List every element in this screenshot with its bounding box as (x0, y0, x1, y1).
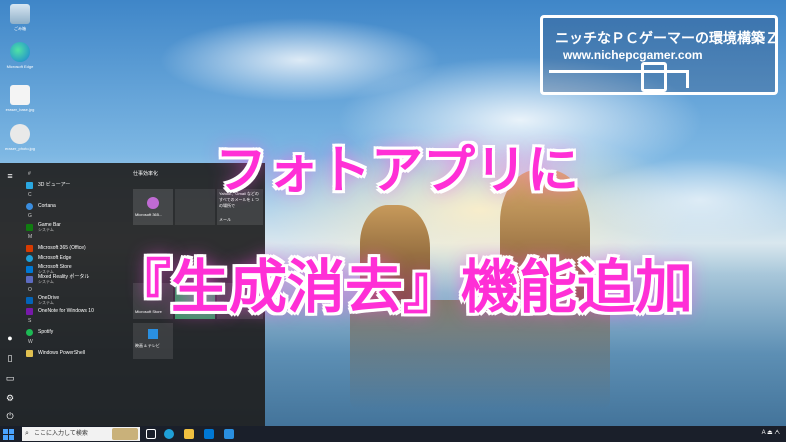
taskbar: ⌕ ここに入力して検索 A ⏏ ᗅ (0, 426, 786, 442)
app-item[interactable]: Windows PowerShell (22, 348, 127, 359)
xbox-icon (26, 223, 33, 231)
user-icon[interactable]: ● (5, 333, 15, 343)
search-icon: ⌕ (25, 430, 29, 437)
store-icon[interactable] (204, 429, 214, 439)
file-icon (10, 85, 30, 105)
pictures-icon[interactable]: ▭ (5, 373, 15, 383)
task-view-icon[interactable] (146, 429, 156, 439)
power-icon[interactable]: ⏻ (5, 411, 15, 421)
app-item[interactable]: Game Bar システム (22, 222, 127, 233)
search-highlight-image (112, 428, 138, 440)
mail-icon[interactable] (224, 429, 234, 439)
logo-title: ニッチなＰＣゲーマーの環境構築Ｚ (555, 30, 779, 46)
desktop-icon-file-a[interactable]: eraser_base.jpg (2, 85, 38, 112)
system-tray[interactable]: A ⏏ ᗅ (762, 429, 780, 437)
edge-icon (10, 42, 30, 62)
spotify-icon (26, 328, 33, 336)
app-item[interactable]: Spotify (22, 327, 127, 338)
document-icon[interactable]: ▯ (5, 353, 15, 363)
edge-icon[interactable] (164, 429, 174, 439)
settings-icon[interactable]: ⚙ (5, 393, 15, 403)
recycle-bin-icon (10, 4, 30, 24)
file-explorer-icon[interactable] (184, 429, 194, 439)
taskbar-search-box[interactable]: ⌕ ここに入力して検索 (22, 427, 140, 441)
overlay-title-line2: 『生成消去』機能追加 (112, 255, 693, 320)
windows-start-button[interactable] (3, 429, 14, 440)
overlay-title-line1: フォトアプリに (214, 142, 579, 200)
desktop-icon-edge[interactable]: Microsoft Edge (2, 42, 38, 69)
desktop-icon-label: ごみ箱 (14, 26, 26, 31)
logo-decoration (549, 70, 689, 88)
handheld-icon (641, 62, 667, 92)
tile-movies[interactable]: 映画 & テレビ (133, 323, 173, 359)
site-logo: ニッチなＰＣゲーマーの環境構築Ｚ www.nichepcgamer.com (540, 15, 779, 95)
app-group-header[interactable]: W (22, 337, 127, 348)
desktop-icon-recycle-bin[interactable]: ごみ箱 (2, 4, 38, 31)
cortana-icon (26, 202, 33, 210)
desktop-icon-label: eraser_base.jpg (5, 107, 35, 112)
logo-url: www.nichepcgamer.com (563, 48, 703, 62)
play-icon (148, 329, 158, 339)
desktop-icon-label: Microsoft Edge (6, 64, 34, 69)
folder-icon (26, 349, 33, 357)
